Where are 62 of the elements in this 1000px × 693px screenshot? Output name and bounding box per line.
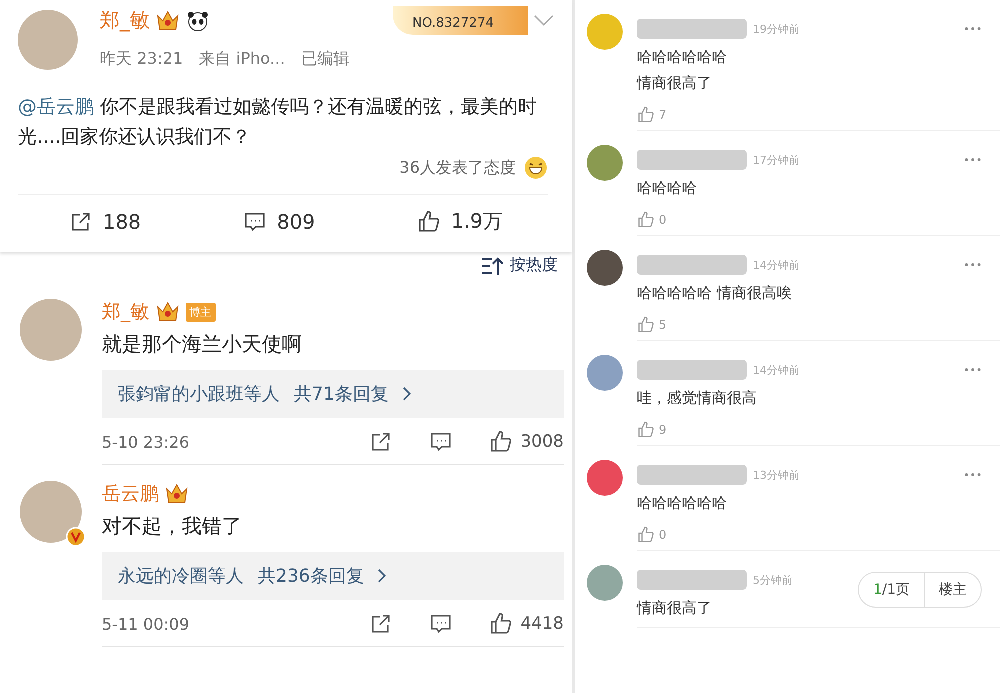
thumbs-up-icon	[637, 316, 655, 334]
comment-text: 哈哈哈哈	[637, 178, 698, 199]
more-options-icon[interactable]	[964, 368, 982, 372]
comment-text: 哈哈哈哈哈哈	[637, 493, 728, 514]
comment-time: 5-11 00:09	[102, 614, 191, 634]
crown-icon	[165, 483, 189, 505]
chevron-right-icon	[402, 387, 411, 401]
chevron-down-icon[interactable]	[534, 14, 554, 26]
reaction-count[interactable]: 36人发表了态度	[400, 158, 516, 178]
crown-icon	[156, 10, 180, 32]
like-button[interactable]: 3008	[488, 430, 564, 454]
repost-button[interactable]: 188	[62, 207, 148, 236]
sort-by-popularity-button[interactable]: 按热度	[474, 254, 564, 277]
laughing-emoji-icon	[524, 156, 548, 180]
post-text: @岳云鹏 你不是跟我看过如懿传吗？还有温暖的弦，最美的时光....回家你还认识我们不？	[18, 95, 538, 150]
crown-icon	[156, 301, 180, 323]
edited-label: 已编辑	[301, 49, 350, 70]
thumbs-up-icon	[488, 612, 513, 636]
chevron-right-icon	[378, 569, 386, 583]
comment-text: 情商很高了	[637, 598, 713, 619]
comment-icon[interactable]	[428, 430, 453, 454]
comment-text: 就是那个海兰小天使啊	[102, 331, 303, 358]
replies-link[interactable]: 永远的冷圈等人 共236条回复	[102, 552, 564, 600]
replies-link[interactable]: 張鈞甯的小跟班等人 共71条回复	[102, 370, 564, 418]
post-source: 来自 iPho...	[199, 49, 286, 70]
mention-link[interactable]: @岳云鹏	[18, 96, 94, 118]
more-options-icon[interactable]	[964, 263, 982, 267]
thumbs-up-icon	[637, 421, 655, 439]
more-options-icon[interactable]	[964, 473, 982, 477]
comment-time: 19分钟前	[753, 22, 801, 36]
comment-text: 情商很高了	[637, 73, 713, 94]
author-tag: 博主	[186, 302, 216, 322]
comment-text: 哈哈哈哈哈哈	[637, 47, 728, 68]
member-banner: NO.8327274	[392, 6, 528, 35]
comment-time: 5-10 23:26	[102, 432, 191, 452]
comment-time: 13分钟前	[753, 468, 801, 482]
comment-time: 14分钟前	[753, 362, 801, 378]
thumbs-up-icon	[637, 526, 655, 544]
like-button[interactable]: 4418	[488, 612, 564, 636]
thumbs-up-icon	[488, 430, 513, 454]
comment-text: 哇，感觉情商很高	[637, 388, 758, 409]
author-only-button[interactable]: 楼主	[924, 573, 981, 607]
comment-icon[interactable]	[428, 612, 453, 636]
more-options-icon[interactable]	[964, 27, 982, 31]
comment-text: 对不起，我错了	[102, 513, 243, 540]
more-options-icon[interactable]	[964, 158, 982, 162]
sort-icon	[480, 256, 506, 276]
page-indicator[interactable]: 1/1页	[859, 573, 924, 607]
comment-time: 14分钟前	[753, 258, 801, 272]
thumbs-up-icon	[637, 106, 655, 124]
comment-text: 哈哈哈哈哈 情商很高唉	[637, 283, 793, 304]
comment-button[interactable]: 809	[237, 207, 322, 236]
username[interactable]: 郑_敏	[102, 299, 150, 325]
panda-icon	[186, 10, 210, 32]
comment-time: 17分钟前	[753, 152, 801, 168]
post-time: 昨天 23:21	[100, 49, 184, 70]
comment-time: 5分钟前	[753, 572, 794, 588]
username[interactable]: 郑_敏	[100, 7, 150, 34]
thumbs-up-icon	[417, 210, 442, 234]
thumbs-up-icon	[637, 211, 655, 229]
like-button[interactable]: 1.9万	[411, 207, 510, 236]
username[interactable]: 岳云鹏	[102, 481, 159, 507]
